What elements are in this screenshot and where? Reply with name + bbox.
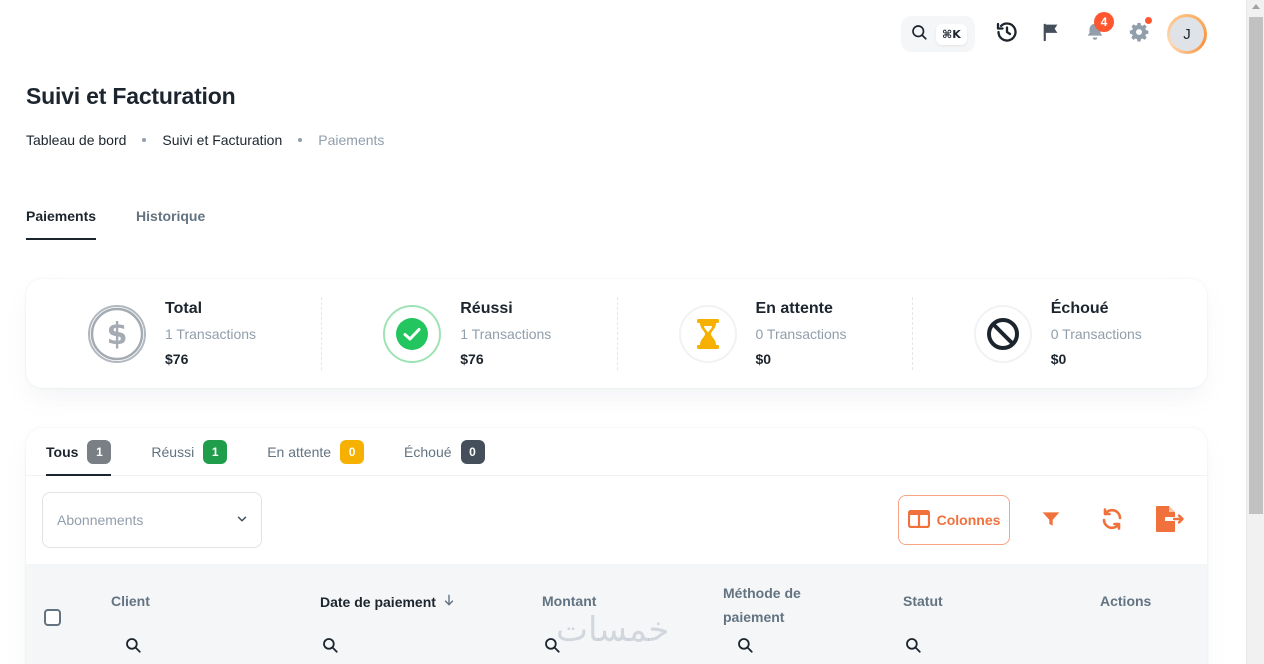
avatar: J [1170,17,1204,51]
status-count-badge: 0 [460,439,485,464]
columns-icon [907,509,930,531]
settings-button[interactable] [1117,14,1161,54]
column-header-amount[interactable]: Montant [542,593,596,609]
tab-history[interactable]: Historique [136,196,205,240]
status-tab-label: En attente [267,443,332,460]
columns-label: Colonnes [936,512,1001,528]
history-button[interactable] [985,14,1029,54]
column-header-method[interactable]: Méthode de paiement [723,581,801,629]
column-header-actions: Actions [1100,593,1152,609]
notifications-button[interactable]: 4 [1073,12,1117,54]
status-tabs: Tous 1 Réussi 1 En attente 0 Échoué 0 [26,428,1207,476]
scroll-up-arrow[interactable] [1252,4,1260,9]
watermark: خمسات [556,610,670,650]
subscriptions-placeholder: Abonnements [57,512,144,528]
status-tab-success[interactable]: Réussi 1 [151,428,228,475]
svg-text:$: $ [107,317,128,352]
history-icon [995,20,1019,49]
method-search-icon[interactable] [736,636,754,654]
column-header-date[interactable]: Date de paiement [320,593,456,610]
stat-value: $0 [755,351,772,367]
stats-summary-card: $ Total 1 Transactions $76 Réussi 1 Tran… [26,279,1207,388]
status-tab-label: Échoué [404,443,452,460]
breadcrumb-separator [142,138,147,142]
hourglass-icon [678,304,737,363]
stat-pending: En attente 0 Transactions $0 [616,279,912,388]
shortcut-hint: ⌘K [936,23,967,45]
breadcrumb: Tableau de bord Suivi et Facturation Pai… [26,132,384,148]
stat-total: $ Total 1 Transactions $76 [26,279,321,388]
breadcrumb-billing[interactable]: Suivi et Facturation [162,132,282,148]
stat-value: $76 [165,351,189,367]
check-circle-icon [383,304,442,363]
settings-dot [1145,17,1152,24]
stat-value: $0 [1050,351,1067,367]
main-tabs: Paiements Historique [26,196,205,240]
stat-title: En attente [755,300,833,317]
scroll-thumb[interactable] [1249,17,1263,514]
column-header-method-line2: paiement [723,609,785,625]
status-count-badge: 0 [340,439,365,464]
table-toolbar: Abonnements Colonnes [26,476,1207,564]
status-tab-failed[interactable]: Échoué 0 [404,428,485,475]
status-tab-label: Réussi [151,443,195,460]
page-title: Suivi et Facturation [26,83,236,109]
refresh-button[interactable] [1097,506,1127,536]
notifications-badge: 4 [1094,12,1114,32]
status-count-badge: 1 [203,439,228,464]
client-search-icon[interactable] [124,636,142,654]
stat-title: Réussi [460,300,513,317]
status-tab-all[interactable]: Tous 1 [46,428,112,476]
filter-button[interactable] [1036,506,1066,536]
subscriptions-select[interactable]: Abonnements [42,492,262,548]
gear-icon [1128,21,1150,48]
dollar-icon: $ [88,304,146,363]
columns-button[interactable]: Colonnes [898,495,1010,545]
select-all-checkbox[interactable] [44,609,61,626]
column-header-method-line1: Méthode de [723,585,801,601]
stat-subtitle: 1 Transactions [165,326,257,342]
tab-payments[interactable]: Paiements [26,196,97,240]
avatar-button[interactable]: J [1167,14,1207,54]
status-count-badge: 1 [87,439,112,464]
filter-icon [1041,509,1061,534]
stat-title: Échoué [1050,300,1109,317]
breadcrumb-payments: Paiements [318,132,385,148]
stat-subtitle: 0 Transactions [755,326,847,342]
breadcrumb-separator [298,138,303,142]
ban-icon [973,304,1032,363]
export-button[interactable] [1154,505,1184,538]
stat-subtitle: 0 Transactions [1050,326,1142,342]
stat-subtitle: 1 Transactions [460,326,552,342]
column-header-client[interactable]: Client [111,593,150,609]
export-icon [1154,505,1184,538]
breadcrumb-dashboard[interactable]: Tableau de bord [26,132,126,148]
stat-success: Réussi 1 Transactions $76 [321,279,616,388]
page-scrollbar[interactable] [1246,0,1264,664]
stat-failed: Échoué 0 Transactions $0 [911,279,1207,388]
column-header-status[interactable]: Statut [903,593,943,609]
search-button[interactable]: ⌘K [901,16,975,52]
chevron-down-icon [235,512,249,529]
search-icon [910,23,928,46]
stat-title: Total [165,300,203,317]
date-search-icon[interactable] [321,636,339,654]
flag-icon [1040,21,1062,48]
status-search-icon[interactable] [904,636,922,654]
status-tab-label: Tous [46,443,79,460]
flag-button[interactable] [1029,14,1073,54]
stat-value: $76 [460,351,484,367]
column-header-date-label: Date de paiement [320,593,436,610]
status-tab-pending[interactable]: En attente 0 [267,428,365,475]
top-bar: ⌘K 4 J [901,12,1207,54]
arrow-down-icon [442,593,456,610]
refresh-icon [1100,507,1124,536]
